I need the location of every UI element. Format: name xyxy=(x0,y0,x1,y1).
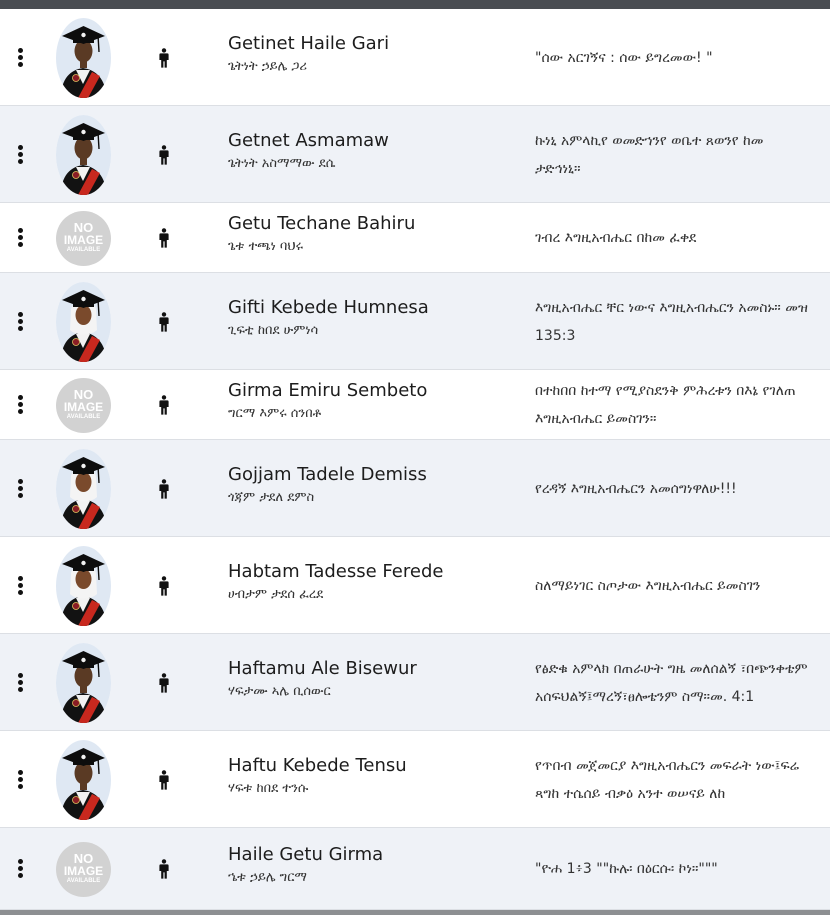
list-item[interactable]: Haftu Kebede Tensu ሃፍቱ ከበደ ተንሱ የጥበብ መጀመር… xyxy=(0,731,830,828)
more-vertical-icon[interactable] xyxy=(10,571,32,601)
person-name[interactable]: Haftu Kebede Tensu xyxy=(228,755,407,776)
no-image-placeholder: NO IMAGE AVAILABLE xyxy=(56,210,111,266)
more-vertical-icon[interactable] xyxy=(10,765,32,795)
graduate-photo[interactable] xyxy=(56,545,111,626)
person-icon xyxy=(158,395,170,415)
no-image-placeholder: NO IMAGE AVAILABLE xyxy=(56,377,111,433)
person-icon xyxy=(158,859,170,879)
more-vertical-icon[interactable] xyxy=(10,140,32,170)
person-icon xyxy=(158,672,170,693)
amharic-name: ጌትነት አስማማው ደሴ xyxy=(228,155,336,171)
list-item[interactable]: Gojjam Tadele Demiss ጎጃም ታደለ ደምስ የረዳኝ እግ… xyxy=(0,440,830,537)
amharic-name: ሃፍቱ ከበደ ተንሱ xyxy=(228,780,309,796)
list-item[interactable]: NO IMAGE AVAILABLE Girma Emiru Sembeto ግ… xyxy=(0,370,830,440)
graduate-quote: "ዮሐ 1፥3 ""ኩሉ፡ በዕርሱ፡ ኮነ።""" xyxy=(535,861,718,877)
person-name[interactable]: Haile Getu Girma xyxy=(228,844,383,865)
person-icon xyxy=(158,311,170,332)
list-item[interactable]: Getnet Asmamaw ጌትነት አስማማው ደሴ ኩነኒ አምላኪየ ወ… xyxy=(0,106,830,203)
person-name[interactable]: Getu Techane Bahiru xyxy=(228,213,415,234)
more-vertical-icon[interactable] xyxy=(10,223,32,253)
person-icon xyxy=(158,769,170,790)
amharic-name: ጌትነት ኃይሌ ጋሪ xyxy=(228,58,307,74)
person-name[interactable]: Girma Emiru Sembeto xyxy=(228,380,427,401)
graduate-quote: ገብረ እግዚአብሔር በከመ ፈቀደ xyxy=(535,230,697,246)
list-item[interactable]: Haftamu Ale Bisewur ሃፍታሙ ኣሌ ቢሰውር የፅድቁ አም… xyxy=(0,634,830,731)
person-icon xyxy=(158,228,170,248)
amharic-name: ሃፍታሙ ኣሌ ቢሰውር xyxy=(228,683,331,699)
list-item[interactable]: NO IMAGE AVAILABLE Getu Techane Bahiru ጌ… xyxy=(0,203,830,273)
amharic-name: ጎጃም ታደለ ደምስ xyxy=(228,489,315,505)
graduate-quote: ስለማይነገር ስጦታው እግዚአብሔር ይመስገን xyxy=(535,577,761,594)
list-item[interactable]: Habtam Tadesse Ferede ሀብታም ታደሰ ፈረደ ስለማይነ… xyxy=(0,537,830,634)
graduate-quote: የፅድቁ አምላክ በጠራሁት ግዜ መለሰልኝ ፣በጭንቀቴም አሰፍህልኝ፤… xyxy=(535,660,808,705)
graduate-quote: "ሰው አርገኝና : ሰው ይግረመው! " xyxy=(535,49,713,66)
more-vertical-icon[interactable] xyxy=(10,474,32,504)
more-vertical-icon[interactable] xyxy=(10,390,32,420)
graduate-quote: የጥበብ መጀመርያ እግዚአብሔርን መፍራት ነው፤ፍሬ ጻግከ ተሴሰይ … xyxy=(535,757,800,802)
bottom-bar xyxy=(0,910,830,915)
graduate-quote: በተከበበ ከተማ የሚያስደንቅ ምሕረቱን በእኔ የገለጠ እግዚአብሔር… xyxy=(535,383,796,427)
top-bar xyxy=(0,0,830,9)
person-icon xyxy=(158,144,170,165)
person-name[interactable]: Getnet Asmamaw xyxy=(228,130,389,151)
graduate-photo[interactable] xyxy=(56,448,111,529)
graduate-photo[interactable] xyxy=(56,114,111,195)
person-name[interactable]: Gojjam Tadele Demiss xyxy=(228,464,427,485)
person-name[interactable]: Haftamu Ale Bisewur xyxy=(228,658,417,679)
graduate-quote: ኩነኒ አምላኪየ ወመድኀንየ ወቤተ ጸወንየ ከመ ታድኅነኒ። xyxy=(535,132,764,177)
more-vertical-icon[interactable] xyxy=(10,43,32,73)
graduate-photo[interactable] xyxy=(56,739,111,820)
more-vertical-icon[interactable] xyxy=(10,854,32,884)
list-item[interactable]: Gifti Kebede Humnesa ጊፍቲ ከበደ ሁምነሳ እግዚአብሔ… xyxy=(0,273,830,370)
graduate-photo[interactable] xyxy=(56,17,111,98)
amharic-name: ግርማ እምሩ ሰንበቶ xyxy=(228,406,322,421)
graduate-photo[interactable] xyxy=(56,281,111,362)
person-name[interactable]: Habtam Tadesse Ferede xyxy=(228,561,443,582)
graduate-quote: እግዚአብሔር ቸር ነውና እግዚአብሔርን አመስኑ። መዝ 135:3 xyxy=(535,299,808,344)
person-icon xyxy=(158,575,170,596)
person-name[interactable]: Gifti Kebede Humnesa xyxy=(228,297,429,318)
person-icon xyxy=(158,478,170,499)
graduate-quote: የረዳኝ እግዚአብሔርን አመሰግነዋለሁ!!! xyxy=(535,480,737,497)
more-vertical-icon[interactable] xyxy=(10,307,32,337)
no-image-placeholder: NO IMAGE AVAILABLE xyxy=(56,841,111,897)
list-item[interactable]: NO IMAGE AVAILABLE Haile Getu Girma ኄቱ ኃ… xyxy=(0,828,830,910)
amharic-name: ጌቱ ተጫነ ባህሩ xyxy=(228,239,303,254)
more-vertical-icon[interactable] xyxy=(10,668,32,698)
amharic-name: ጊፍቲ ከበደ ሁምነሳ xyxy=(228,322,319,338)
person-name[interactable]: Getinet Haile Gari xyxy=(228,33,389,54)
amharic-name: ሀብታም ታደሰ ፈረደ xyxy=(228,586,324,602)
person-icon xyxy=(158,47,170,68)
amharic-name: ኄቱ ኃይሌ ግርማ xyxy=(228,870,307,885)
list-item[interactable]: Getinet Haile Gari ጌትነት ኃይሌ ጋሪ "ሰው አርገኝና… xyxy=(0,9,830,106)
graduate-photo[interactable] xyxy=(56,642,111,723)
